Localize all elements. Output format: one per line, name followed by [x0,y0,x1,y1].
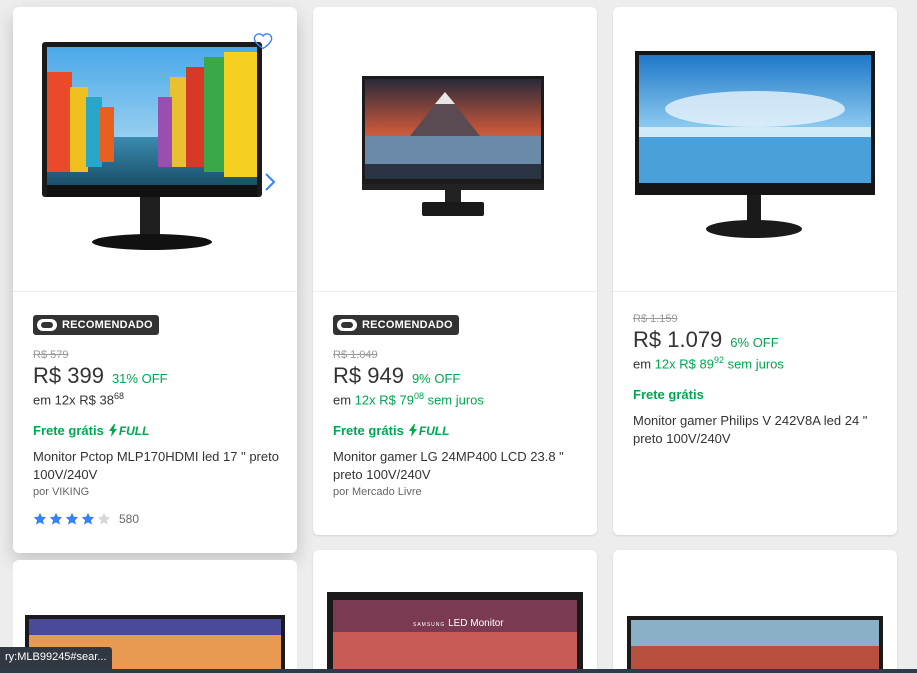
free-shipping: Frete grátis FULL [33,423,150,439]
seller: por Mercado Livre [333,486,422,499]
handshake-icon [337,319,357,331]
discount: 9% OFF [411,371,461,386]
product-image[interactable] [40,41,270,257]
samsung-led-monitor-label: SAMSUNG LED Monitor [413,618,504,629]
free-shipping: Frete grátis [633,387,704,403]
discount: 31% OFF [111,371,168,386]
product-info: RECOMENDADO R$ 1.049 R$ 949 9% OFF em 12… [333,315,581,498]
full-badge: FULL [108,424,149,438]
price: R$ 399 [33,363,104,388]
product-info: R$ 1.159 R$ 1.079 6% OFF em 12x R$ 8992 … [633,313,881,448]
old-price: R$ 579 [33,349,69,361]
price: R$ 1.079 [633,327,723,352]
product-card[interactable]: R$ 1.159 R$ 1.079 6% OFF em 12x R$ 8992 … [613,7,897,535]
product-image[interactable] [360,74,550,224]
old-price: R$ 1.049 [333,349,378,361]
installments: em 12x R$ 8992 sem juros [633,355,784,372]
recommended-badge: RECOMENDADO [333,315,459,335]
old-price: R$ 1.159 [633,313,678,325]
product-card[interactable]: SAMSUNG LED Monitor [313,550,597,673]
seller: por VIKING [33,486,90,499]
product-title[interactable]: Monitor gamer Philips V 242V8A led 24 " … [633,412,881,448]
installments: em 12x R$ 7908 sem juros [333,391,484,408]
installments: em 12x R$ 3868 [33,391,124,408]
rating: 580 [33,512,281,526]
product-card[interactable]: RECOMENDADO R$ 1.049 R$ 949 9% OFF em 12… [313,7,597,535]
badge-label: RECOMENDADO [362,319,453,331]
star-icon [65,513,79,525]
star-empty-icon [97,513,111,525]
next-image-chevron-icon[interactable] [263,172,277,192]
recommended-badge: RECOMENDADO [33,315,159,335]
star-icon [81,513,95,525]
product-image[interactable] [627,616,883,672]
product-image[interactable] [327,592,583,672]
product-image-area[interactable] [313,7,597,292]
star-icon [33,513,47,525]
price: R$ 949 [333,363,404,388]
status-bar-url: ry:MLB99245#sear... [0,647,112,669]
product-title[interactable]: Monitor Pctop MLP170HDMI led 17 " preto … [33,448,281,484]
bottom-bar [0,669,917,673]
product-image-area[interactable] [13,7,297,292]
review-count: 580 [119,512,140,527]
star-icon [49,513,63,525]
lightning-icon [408,424,417,438]
product-card[interactable]: RECOMENDADO R$ 579 R$ 399 31% OFF em 12x… [13,7,297,553]
badge-label: RECOMENDADO [62,319,153,331]
free-shipping: Frete grátis FULL [333,423,450,439]
product-info: RECOMENDADO R$ 579 R$ 399 31% OFF em 12x… [33,315,281,526]
full-badge: FULL [408,424,449,438]
product-image[interactable] [630,49,880,249]
product-title[interactable]: Monitor gamer LG 24MP400 LCD 23.8 " pret… [333,448,581,484]
discount: 6% OFF [730,335,779,350]
product-image-area[interactable] [613,7,897,292]
favorite-heart-icon[interactable] [253,31,273,51]
handshake-icon [37,319,57,331]
product-card[interactable] [613,550,897,673]
lightning-icon [108,424,117,438]
